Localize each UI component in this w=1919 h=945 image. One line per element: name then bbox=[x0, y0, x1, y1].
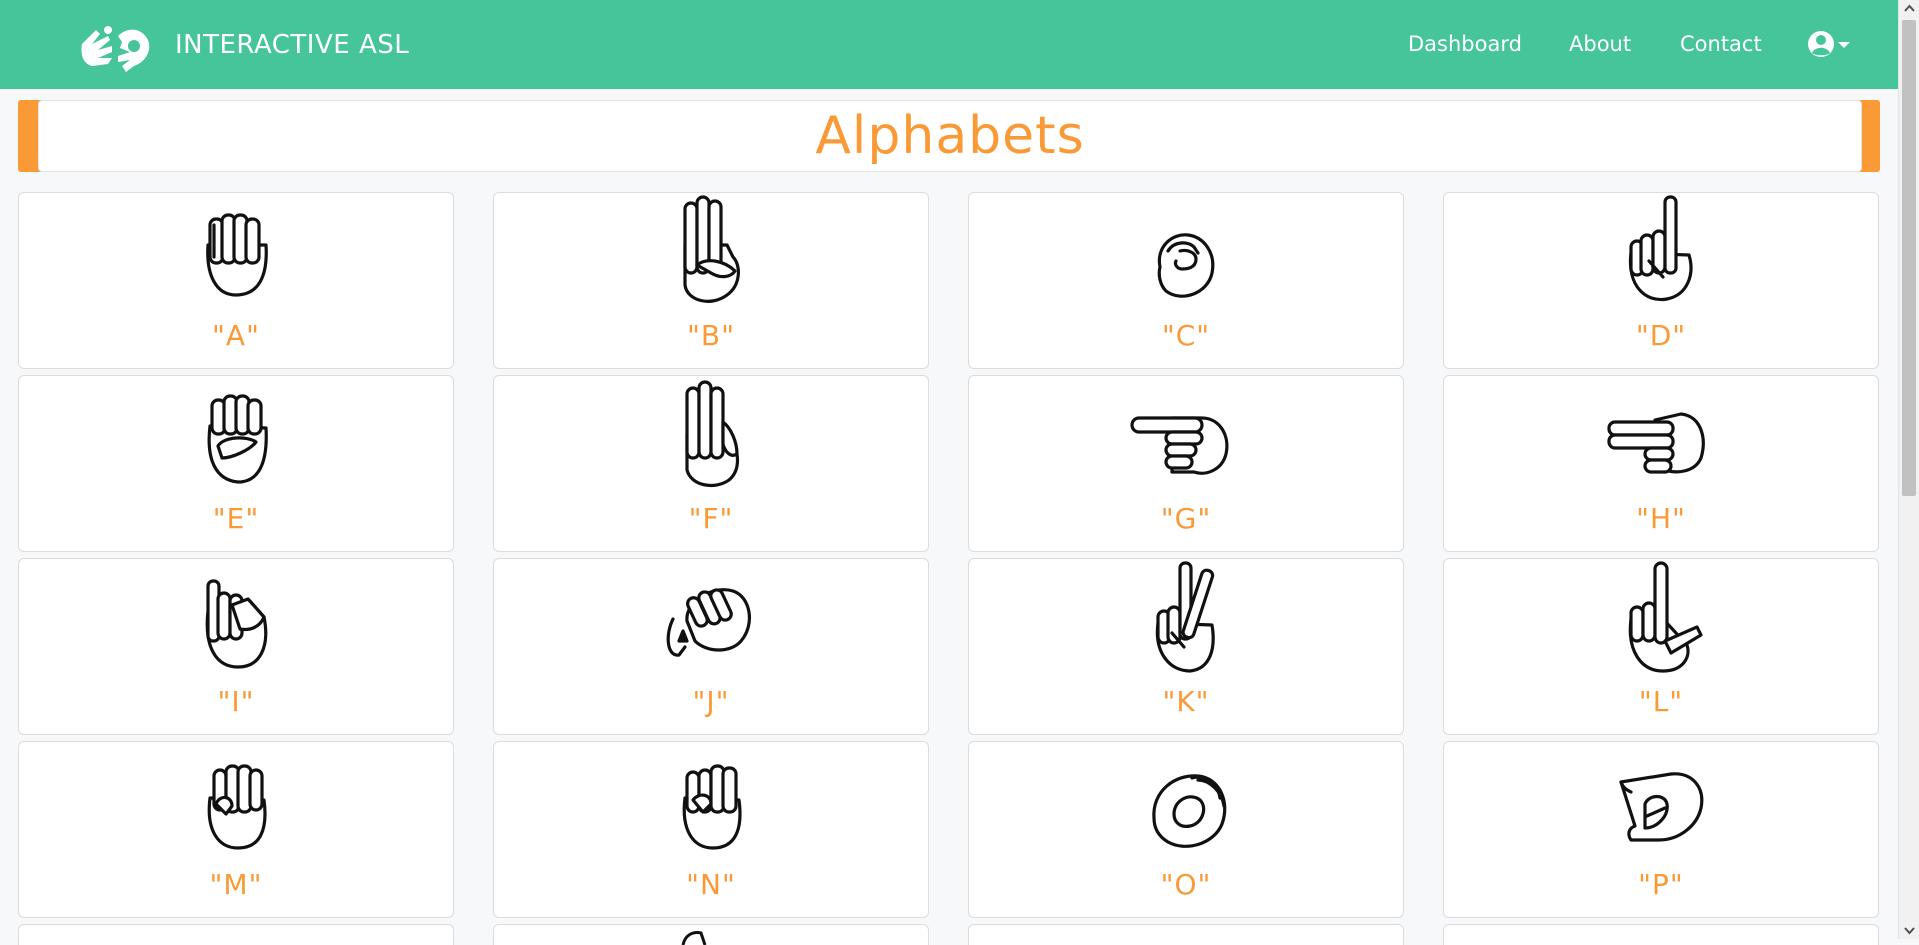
letter-card-j[interactable]: "J" bbox=[493, 558, 929, 735]
section-header-box: Alphabets bbox=[38, 100, 1862, 172]
asl-d-hand-icon bbox=[1628, 195, 1693, 302]
scroll-down-arrow-icon[interactable] bbox=[1899, 922, 1919, 939]
letter-card-h[interactable]: "H" bbox=[1443, 375, 1879, 552]
asl-f-hand-icon bbox=[685, 380, 740, 488]
nav-link-contact[interactable]: Contact bbox=[1680, 32, 1762, 56]
letter-card-i[interactable]: "I" bbox=[18, 558, 454, 735]
letter-card-k[interactable]: "K" bbox=[968, 558, 1404, 735]
sign-language-hands-icon[interactable] bbox=[78, 16, 154, 74]
asl-p-hand-icon bbox=[1619, 772, 1704, 842]
letter-label: "I" bbox=[217, 685, 255, 718]
letter-label: "L" bbox=[1638, 685, 1684, 718]
caret-down-icon bbox=[1838, 42, 1850, 48]
letter-label: "H" bbox=[1636, 502, 1686, 535]
navbar: INTERACTIVE ASL Dashboard About Contact bbox=[0, 0, 1898, 89]
asl-i-hand-icon bbox=[205, 579, 268, 669]
scroll-up-arrow-icon[interactable] bbox=[1899, 0, 1919, 17]
hand-sign-icon bbox=[681, 931, 707, 945]
letter-card-partial[interactable] bbox=[1443, 924, 1879, 945]
letter-card-d[interactable]: "D" bbox=[1443, 192, 1879, 369]
asl-b-hand-icon bbox=[683, 195, 740, 303]
letter-card-a[interactable]: "A" bbox=[18, 192, 454, 369]
asl-m-hand-icon bbox=[207, 764, 267, 850]
letter-label: "A" bbox=[212, 319, 260, 352]
letter-label: "G" bbox=[1160, 502, 1212, 535]
letter-label: "O" bbox=[1160, 868, 1212, 901]
asl-k-hand-icon bbox=[1155, 561, 1215, 673]
letter-label: "J" bbox=[692, 685, 730, 718]
letter-card-p[interactable]: "P" bbox=[1443, 741, 1879, 918]
letter-card-partial[interactable] bbox=[968, 924, 1404, 945]
letter-label: "M" bbox=[209, 868, 263, 901]
letter-label: "E" bbox=[212, 502, 260, 535]
asl-h-hand-icon bbox=[1607, 412, 1705, 474]
letter-card-n[interactable]: "N" bbox=[493, 741, 929, 918]
asl-e-hand-icon bbox=[207, 394, 268, 484]
letter-card-e[interactable]: "E" bbox=[18, 375, 454, 552]
asl-l-hand-icon bbox=[1628, 561, 1703, 673]
nav-link-dashboard[interactable]: Dashboard bbox=[1408, 32, 1522, 56]
brand-title[interactable]: INTERACTIVE ASL bbox=[175, 30, 409, 60]
letter-card-f[interactable]: "F" bbox=[493, 375, 929, 552]
asl-j-hand-icon bbox=[666, 588, 751, 657]
letter-card-b[interactable]: "B" bbox=[493, 192, 929, 369]
asl-o-hand-icon bbox=[1152, 774, 1227, 848]
letter-label: "K" bbox=[1162, 685, 1210, 718]
asl-n-hand-icon bbox=[682, 764, 742, 850]
letter-label: "B" bbox=[687, 319, 735, 352]
letter-card-partial[interactable] bbox=[18, 924, 454, 945]
letter-card-m[interactable]: "M" bbox=[18, 741, 454, 918]
asl-c-hand-icon bbox=[1157, 233, 1215, 298]
section-header-banner: Alphabets bbox=[18, 100, 1880, 172]
asl-a-hand-icon bbox=[206, 213, 268, 297]
page-scrollbar[interactable] bbox=[1898, 0, 1919, 939]
scrollbar-thumb[interactable] bbox=[1902, 20, 1916, 496]
user-menu-dropdown[interactable] bbox=[1807, 28, 1853, 60]
letter-label: "N" bbox=[686, 868, 736, 901]
letter-card-partial[interactable] bbox=[493, 924, 929, 945]
user-circle-icon bbox=[1808, 31, 1850, 57]
letter-label: "F" bbox=[688, 502, 734, 535]
letter-card-l[interactable]: "L" bbox=[1443, 558, 1879, 735]
page-title: Alphabets bbox=[815, 106, 1085, 166]
letter-label: "D" bbox=[1635, 319, 1687, 352]
letter-label: "P" bbox=[1638, 868, 1684, 901]
letter-label: "C" bbox=[1161, 319, 1211, 352]
nav-link-about[interactable]: About bbox=[1569, 32, 1631, 56]
letter-card-o[interactable]: "O" bbox=[968, 741, 1404, 918]
asl-g-hand-icon bbox=[1130, 416, 1229, 475]
letter-card-c[interactable]: "C" bbox=[968, 192, 1404, 369]
letter-card-g[interactable]: "G" bbox=[968, 375, 1404, 552]
